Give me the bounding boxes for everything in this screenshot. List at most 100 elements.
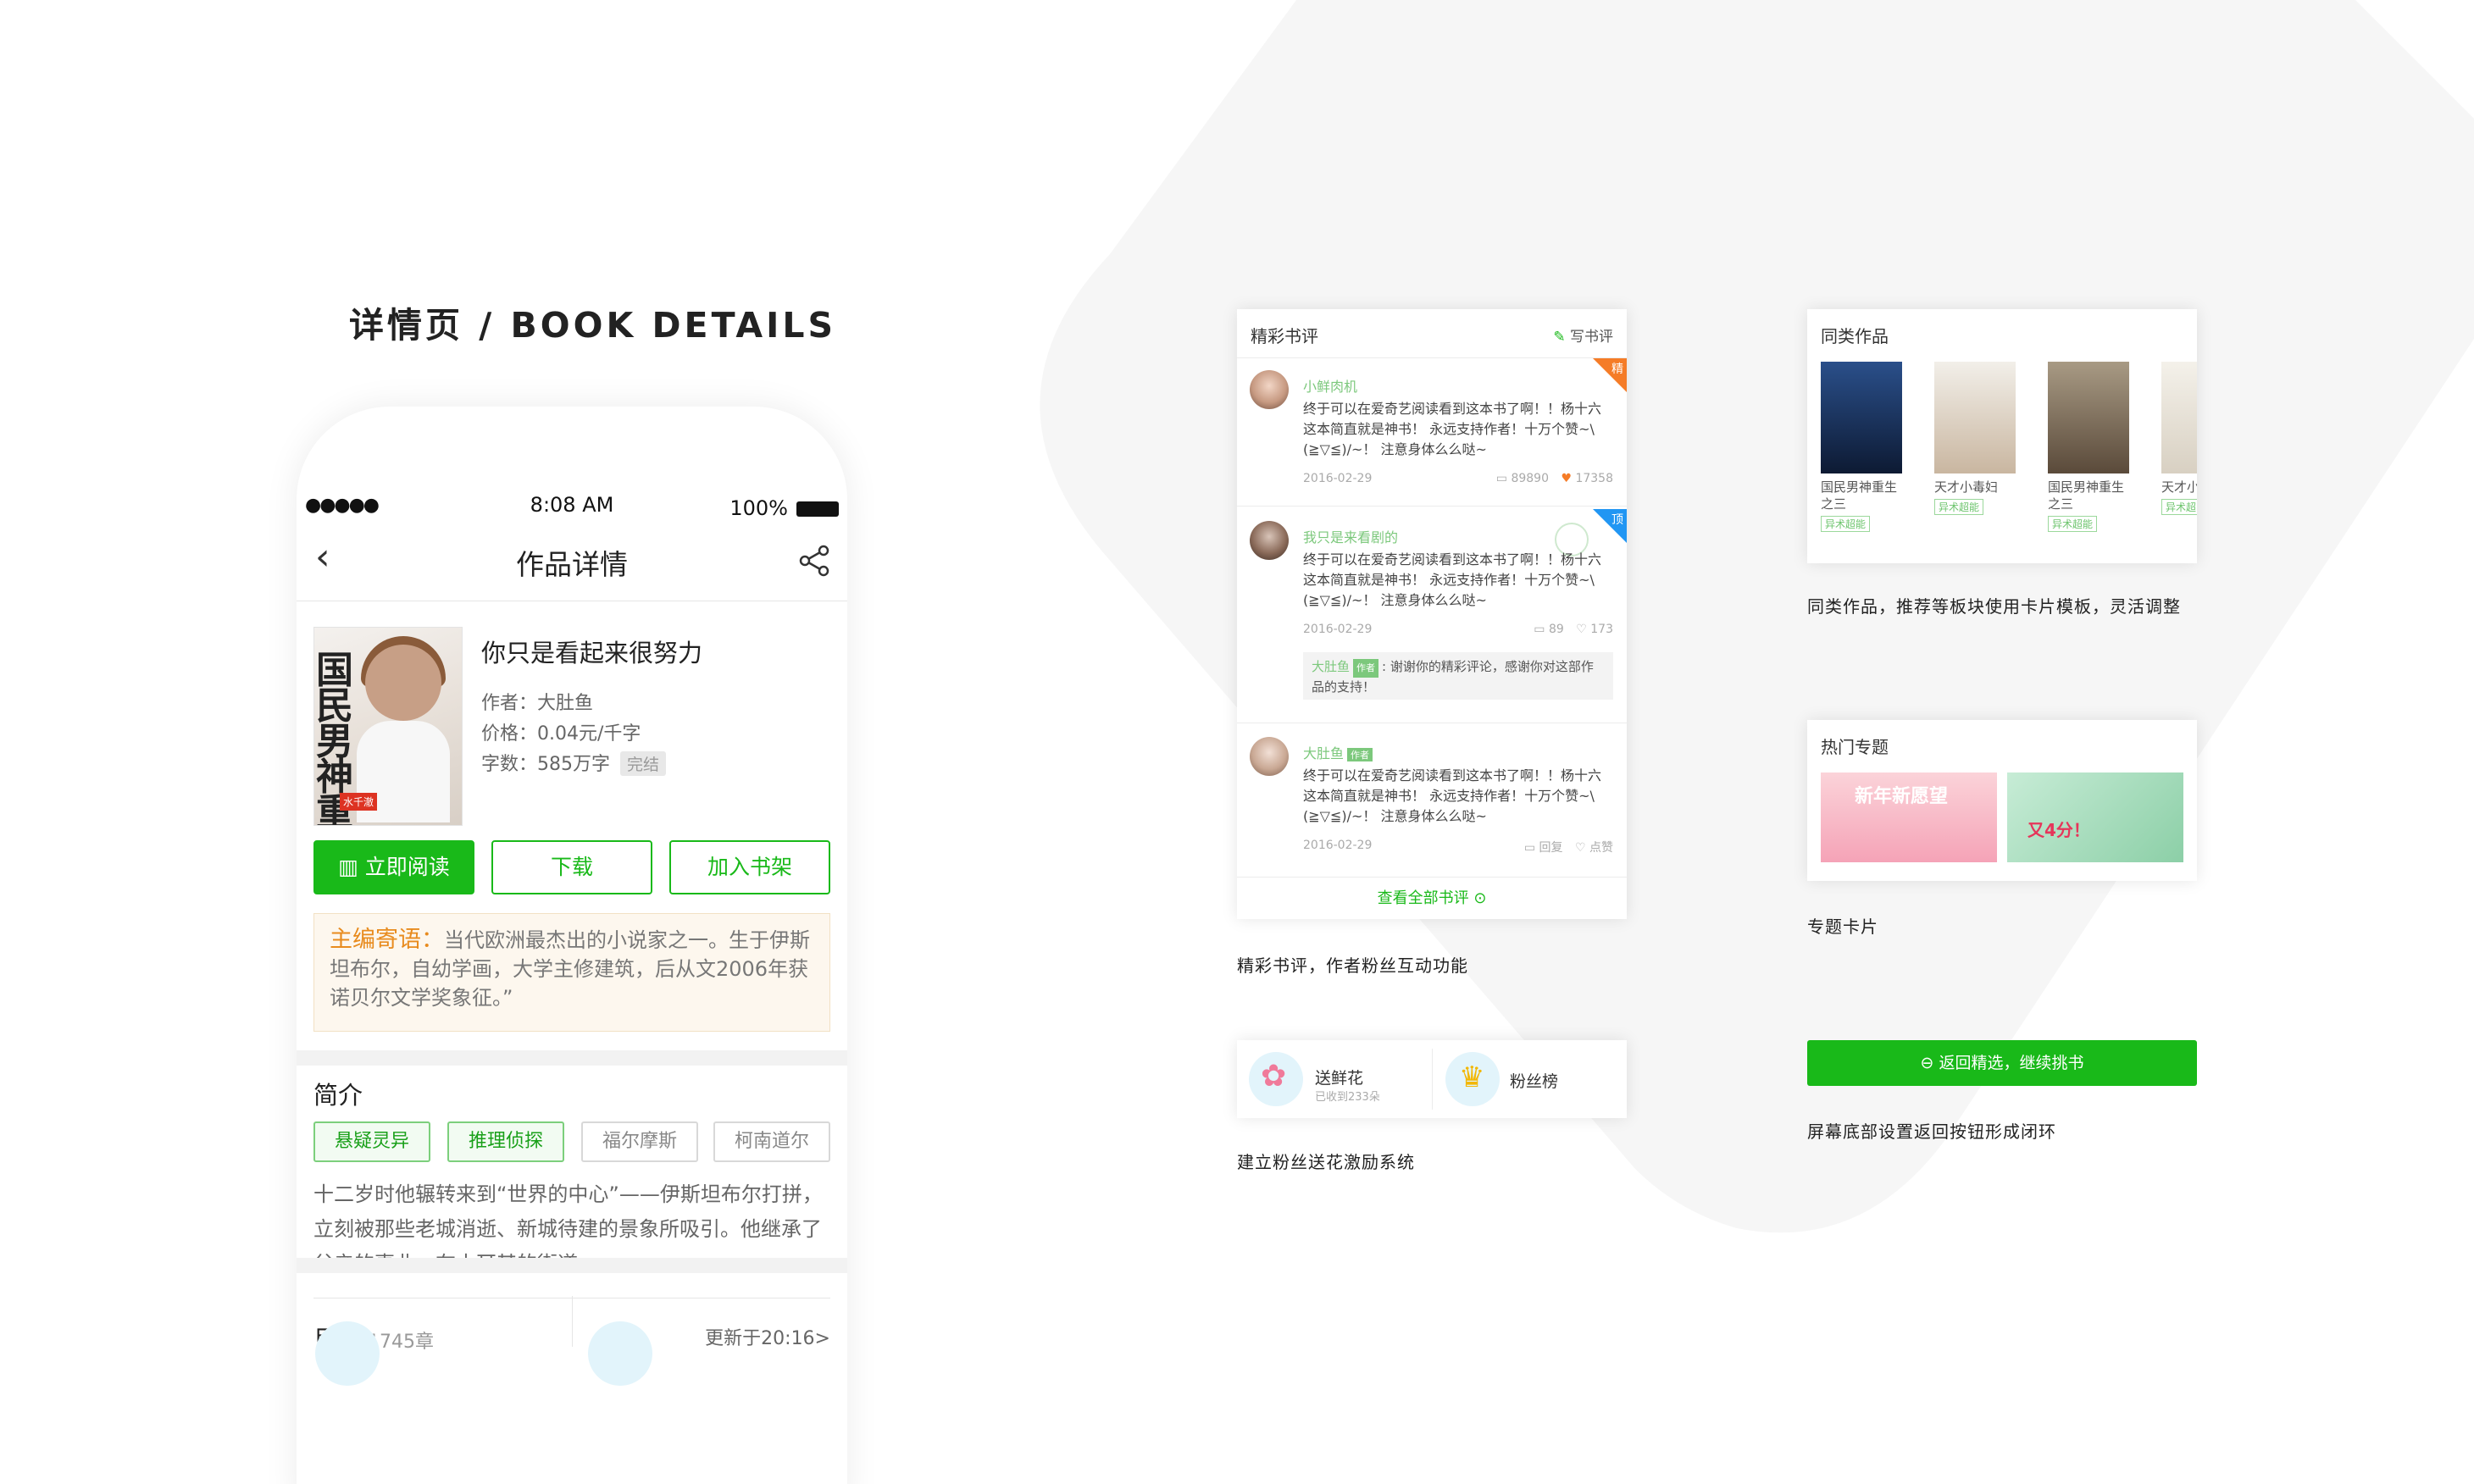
comment-icon[interactable]: ▭: [1534, 623, 1549, 636]
review-date: 2016-02-29: [1303, 472, 1373, 485]
review-badge: 精: [1611, 363, 1623, 376]
book-words: 字数：585万字: [481, 754, 610, 775]
review-text: 终于可以在爱奇艺阅读看到这本书了啊！！杨十六这本简直就是神书！ 永远支持作者！十…: [1303, 767, 1602, 824]
book-tag: 异术超能: [1934, 499, 1984, 515]
review-stats: ▭ 89 ♡ 173: [1534, 623, 1613, 636]
back-to-picks-button[interactable]: ⊖ 返回精选，继续挑书: [1807, 1040, 2197, 1086]
flower-icon[interactable]: ✿: [1249, 1052, 1303, 1106]
book-item[interactable]: 天才小毒妇 异术超能: [1934, 362, 2019, 515]
topics-title: 热门专题: [1821, 737, 1889, 757]
download-button[interactable]: 下载: [491, 840, 652, 894]
book-cover: [2161, 362, 2197, 473]
see-all-reviews-link[interactable]: 查看全部书评 ⊙: [1237, 877, 1627, 919]
divider: [1237, 506, 1627, 507]
heart-icon[interactable]: ♡: [1575, 841, 1589, 855]
add-to-shelf-button[interactable]: 加入书架: [669, 840, 830, 894]
similar-works-card: 同类作品 国民男神重生之三 异术超能 天才小毒妇 异术超能 国民男神重生之三 异…: [1807, 309, 2197, 563]
book-tag: 异术超能: [1821, 516, 1871, 532]
topics-caption: 专题卡片: [1807, 916, 1878, 937]
reviews-title: 精彩书评: [1251, 326, 1318, 346]
share-icon[interactable]: [798, 544, 832, 578]
flower-received: 已收到233朵: [1315, 1091, 1380, 1104]
reviewer-name[interactable]: 小鲜肉机: [1303, 375, 1357, 396]
nav-title: 作品详情: [516, 548, 628, 581]
topic-banner[interactable]: 新年新愿望: [1821, 772, 1997, 862]
book-open-icon: ▥: [338, 855, 365, 879]
author-tag: 作者: [1347, 748, 1373, 761]
book-author: 作者：大肚鱼: [481, 693, 594, 714]
section-title: 详情页 / BOOK DETAILS: [349, 305, 836, 346]
review-item: 顶 我只是来看剧的 终于可以在爱奇艺阅读看到这本书了啊！！杨十六这本简直就是神书…: [1237, 509, 1627, 724]
reviews-caption: 精彩书评，作者粉丝互动功能: [1237, 955, 1468, 976]
book-title: 国民男神重生之三: [1821, 479, 1898, 512]
cover-tag: 水千澈: [340, 793, 378, 811]
send-flower-label[interactable]: 送鲜花: [1315, 1066, 1363, 1088]
status-badge: 完结: [620, 751, 667, 776]
flower-card: ✿ 送鲜花 已收到233朵 ♛ 粉丝榜: [1237, 1040, 1627, 1118]
battery-icon: [796, 501, 839, 517]
book-title: 天才小毒妇: [1934, 479, 1999, 495]
reply-name: 大肚鱼: [1312, 659, 1351, 674]
review-stats: ▭ 89890 ♥ 17358: [1495, 472, 1613, 485]
read-now-button[interactable]: ▥ 立即阅读: [313, 840, 474, 894]
comment-icon[interactable]: ▭: [1496, 472, 1512, 485]
review-stats: ▭ 回复 ♡ 点赞: [1523, 841, 1613, 855]
nav-bar: ‹ 作品详情: [297, 525, 847, 601]
tag-detective[interactable]: 推理侦探: [447, 1121, 564, 1162]
fans-rank-label[interactable]: 粉丝榜: [1510, 1069, 1558, 1092]
divider: [1432, 1049, 1433, 1110]
write-review-button[interactable]: ✎ 写书评: [1553, 324, 1613, 346]
reviewer-name[interactable]: 我只是来看剧的: [1303, 526, 1398, 546]
comment-icon[interactable]: ▭: [1524, 841, 1539, 855]
phone-mockup: ●●●●● 8:08 AM 100% ‹ 作品详情 国民男神重生之 水千澈: [297, 407, 847, 1484]
status-bar: ●●●●● 8:08 AM 100%: [297, 491, 847, 525]
editor-label: 主编寄语：: [330, 927, 444, 953]
book-words-row: 字数：585万字 完结: [481, 749, 667, 776]
topic-banner[interactable]: 又4分！: [2007, 772, 2183, 862]
divider: [297, 1258, 847, 1273]
heart-icon[interactable]: ♥: [1561, 472, 1575, 485]
reviews-card: 精彩书评 ✎ 写书评 精 小鲜肉机 终于可以在爱奇艺阅读看到这本书了啊！！杨十六…: [1237, 309, 1627, 919]
book-title: 天才小: [2161, 479, 2197, 495]
divider: [297, 1050, 847, 1066]
trophy-icon[interactable]: ♛: [1445, 1052, 1500, 1106]
book-item[interactable]: 天才小 异术超: [2161, 362, 2197, 515]
tag-suspense[interactable]: 悬疑灵异: [313, 1121, 430, 1162]
tag-doyle[interactable]: 柯南道尔: [713, 1121, 830, 1162]
review-item: 精 小鲜肉机 终于可以在爱奇艺阅读看到这本书了啊！！杨十六这本简直就是神书！ 永…: [1237, 358, 1627, 523]
review-text: 终于可以在爱奇艺阅读看到这本书了啊！！杨十六这本简直就是神书！ 永远支持作者！十…: [1303, 401, 1602, 457]
back-caption: 屏幕底部设置返回按钮形成闭环: [1807, 1121, 2056, 1142]
book-info: 国民男神重生之 水千澈 你只是看起来很努力 作者：大肚鱼 价格：0.04元/千字…: [297, 601, 847, 1354]
book-price: 价格：0.04元/千字: [481, 723, 641, 745]
review-date: 2016-02-29: [1303, 839, 1373, 852]
back-arrow-icon: ⊖: [1920, 1054, 1939, 1072]
book-cover[interactable]: 国民男神重生之 水千澈: [313, 627, 463, 826]
author-tag: 作者: [1353, 659, 1379, 678]
book-item[interactable]: 国民男神重生之三 异术超能: [2048, 362, 2133, 532]
tag-holmes[interactable]: 福尔摩斯: [581, 1121, 698, 1162]
flower-icon[interactable]: [315, 1321, 380, 1386]
bottom-row: [297, 1296, 847, 1386]
editor-note: 主编寄语：当代欧洲最杰出的小说家之一。生于伊斯坦布尔，自幼学画，大学主修建筑，后…: [313, 913, 830, 1032]
review-date: 2016-02-29: [1303, 623, 1373, 636]
heart-icon[interactable]: ♡: [1576, 623, 1590, 636]
reviews-header: 精彩书评 ✎ 写书评: [1237, 309, 1627, 358]
similar-caption: 同类作品，推荐等板块使用卡片模板，灵活调整: [1807, 596, 2181, 617]
author-reply: 大肚鱼 作者: 谢谢你的精彩评论，感谢你对这部作品的支持！: [1303, 652, 1613, 700]
book-tag: 异术超: [2161, 499, 2197, 515]
avatar[interactable]: [1250, 737, 1289, 776]
review-badge: 顶: [1611, 513, 1623, 527]
battery-percent: 100%: [729, 496, 788, 520]
intro-heading: 简介: [313, 1081, 363, 1110]
book-cover: [2048, 362, 2129, 473]
book-title: 国民男神重生之三: [2048, 479, 2125, 512]
trophy-icon[interactable]: [588, 1321, 652, 1386]
review-item: 大肚鱼 作者 终于可以在爱奇艺阅读看到这本书了啊！！杨十六这本简直就是神书！ 永远…: [1237, 737, 1627, 872]
avatar[interactable]: [1250, 521, 1289, 560]
review-text: 终于可以在爱奇艺阅读看到这本书了啊！！杨十六这本简直就是神书！ 永远支持作者！十…: [1303, 551, 1602, 608]
book-item[interactable]: 国民男神重生之三 异术超能: [1821, 362, 1905, 532]
similar-title: 同类作品: [1821, 326, 1889, 346]
stage: 详情页 / BOOK DETAILS ●●●●● 8:08 AM 100% ‹ …: [0, 0, 2474, 1484]
reviewer-name-row[interactable]: 大肚鱼 作者: [1303, 742, 1376, 762]
avatar[interactable]: [1250, 370, 1289, 409]
